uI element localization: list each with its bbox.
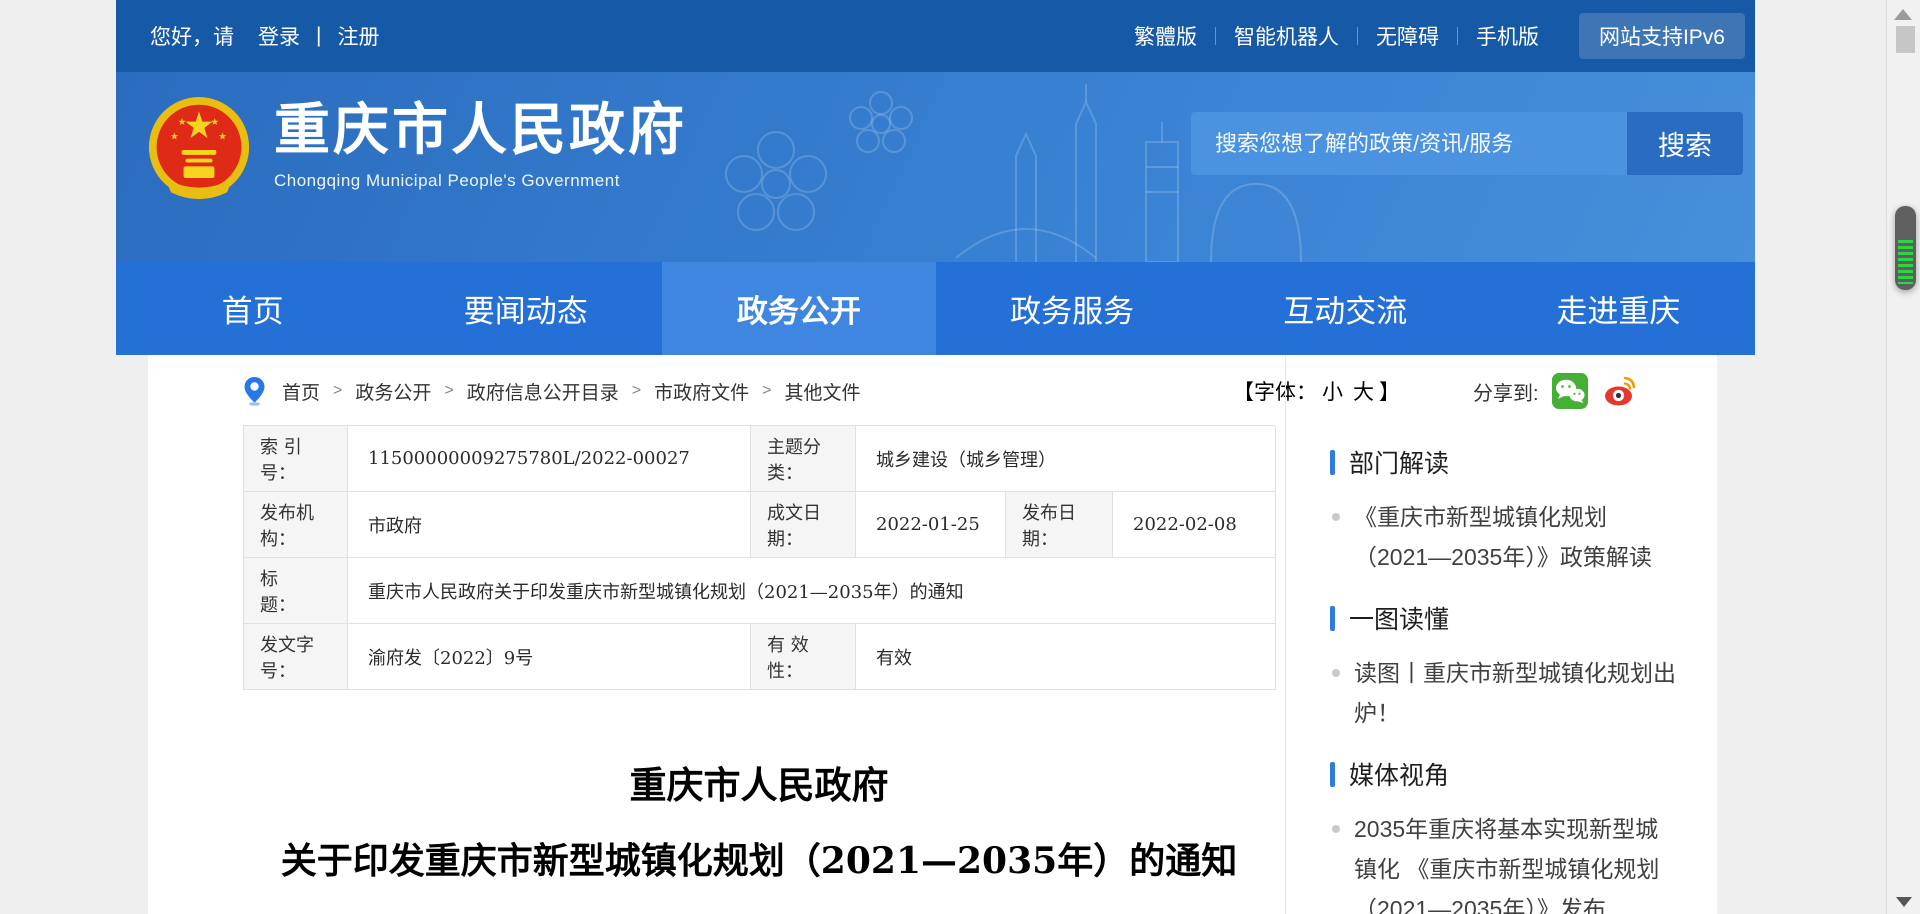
document-number: 渝府发〔2022〕9号	[243, 909, 1275, 914]
smart-robot-link[interactable]: 智能机器人	[1234, 21, 1339, 51]
written-date-value: 2022-01-25	[856, 492, 1006, 558]
section-title: 媒体视角	[1349, 756, 1449, 792]
topbar-user-area: 您好，请 登录 | 注册	[150, 21, 379, 51]
sidebar-link-media-article[interactable]: 2035年重庆将基本实现新型城 镇化 《重庆市新型城镇化规划 （2021—203…	[1330, 809, 1717, 914]
site-subtitle: Chongqing Municipal People's Government	[274, 171, 687, 191]
search-button[interactable]: 搜索	[1627, 112, 1743, 175]
accessibility-link[interactable]: 无障碍	[1376, 21, 1439, 51]
related-sidebar: 部门解读 《重庆市新型城镇化规划 （2021—2035年）》政策解读 一图读懂 …	[1285, 355, 1717, 914]
svg-text:★: ★	[211, 117, 220, 128]
nav-item-home[interactable]: 首页	[116, 262, 389, 355]
breadcrumb-gov-open[interactable]: 政务公开	[355, 378, 431, 405]
ipv6-support-badge[interactable]: 网站支持IPv6	[1579, 13, 1745, 59]
login-link[interactable]: 登录	[258, 21, 300, 51]
breadcrumb-separator: >	[333, 382, 342, 400]
doc-title-value: 重庆市人民政府关于印发重庆市新型城镇化规划（2021—2035年）的通知	[348, 558, 1276, 624]
traditional-chinese-link[interactable]: 繁體版	[1134, 21, 1197, 51]
index-number-label: 索 引 号：	[244, 426, 348, 492]
sidebar-link-infographic[interactable]: 读图丨重庆市新型城镇化规划出 炉！	[1330, 653, 1717, 733]
svg-text:★: ★	[218, 131, 227, 142]
section-header: 媒体视角	[1330, 759, 1717, 789]
breadcrumb-info-directory[interactable]: 政府信息公开目录	[467, 378, 619, 405]
document-heading: 重庆市人民政府 关于印发重庆市新型城镇化规划（2021—2035年）的通知 渝府…	[243, 755, 1275, 914]
publish-date-label: 发布日期：	[1006, 492, 1113, 558]
browser-viewport: 您好，请 登录 | 注册 繁體版 智能机器人 无障碍 手机版 网站支持IPv6	[0, 0, 1920, 914]
section-title: 部门解读	[1349, 444, 1449, 480]
greeting-text: 您好，请	[150, 21, 234, 51]
document-title-line2: 关于印发重庆市新型城镇化规划（2021—2035年）的通知	[243, 832, 1275, 884]
issuing-agency-label: 发布机构：	[244, 492, 348, 558]
content-card: 首页 > 政务公开 > 政府信息公开目录 > 市政府文件 > 其他文件 【字体：…	[148, 355, 1717, 914]
validity-label: 有 效 性：	[751, 624, 856, 690]
section-department-interpretation: 部门解读 《重庆市新型城镇化规划 （2021—2035年）》政策解读	[1330, 447, 1717, 577]
search-input[interactable]	[1191, 112, 1627, 175]
document-title-line1: 重庆市人民政府	[243, 755, 1275, 809]
location-pin-icon	[243, 376, 266, 406]
topbar-separator	[1215, 27, 1216, 45]
topbar: 您好，请 登录 | 注册 繁體版 智能机器人 无障碍 手机版 网站支持IPv6	[116, 0, 1755, 72]
register-link[interactable]: 注册	[337, 21, 379, 51]
svg-text:★: ★	[170, 131, 179, 142]
doc-number-label: 发文字号：	[244, 624, 348, 690]
section-header: 部门解读	[1330, 447, 1717, 477]
site-banner: ★ ★ ★ ★ 重庆市人民政府 Chongqing Municipal Peop…	[116, 72, 1755, 262]
topbar-separator	[1457, 27, 1458, 45]
scroll-progress-widget[interactable]	[1895, 206, 1916, 290]
main-navigation: 首页 要闻动态 政务公开 政务服务 互动交流 走进重庆	[116, 262, 1755, 355]
scrollbar-up-arrow-icon[interactable]	[1894, 9, 1912, 20]
site-header-band: 您好，请 登录 | 注册 繁體版 智能机器人 无障碍 手机版 网站支持IPv6	[116, 0, 1755, 355]
section-infographic: 一图读懂 读图丨重庆市新型城镇化规划出 炉！	[1330, 603, 1717, 733]
validity-value: 有效	[856, 624, 1276, 690]
scrollbar-thumb[interactable]	[1896, 26, 1915, 53]
document-info-table: 索 引 号： 11500000009275780L/2022-00027 主题分…	[243, 425, 1275, 690]
breadcrumb-separator: >	[632, 382, 641, 400]
breadcrumb-separator: >	[444, 382, 453, 400]
national-emblem-logo: ★ ★ ★ ★	[146, 92, 252, 208]
doc-title-label: 标 题：	[244, 558, 348, 624]
scroll-widget-stripes	[1898, 240, 1913, 284]
topic-category-label: 主题分类：	[751, 426, 856, 492]
section-header: 一图读懂	[1330, 603, 1717, 633]
index-number-value: 11500000009275780L/2022-00027	[348, 426, 751, 492]
section-accent-bar	[1330, 606, 1335, 631]
written-date-label: 成文日期：	[751, 492, 856, 558]
svg-text:★: ★	[178, 117, 187, 128]
publish-date-value: 2022-02-08	[1113, 492, 1276, 558]
nav-item-interaction[interactable]: 互动交流	[1209, 262, 1482, 355]
topbar-links: 繁體版 智能机器人 无障碍 手机版 网站支持IPv6	[1116, 13, 1745, 59]
breadcrumb-separator: >	[762, 382, 771, 400]
doc-number-value: 渝府发〔2022〕9号	[348, 624, 751, 690]
login-register-divider: |	[316, 24, 321, 48]
section-title: 一图读懂	[1349, 600, 1449, 636]
nav-item-news[interactable]: 要闻动态	[389, 262, 662, 355]
search-bar: 搜索	[1191, 112, 1743, 175]
issuing-agency-value: 市政府	[348, 492, 751, 558]
breadcrumb-city-gov-docs[interactable]: 市政府文件	[654, 378, 749, 405]
section-accent-bar	[1330, 450, 1335, 475]
topic-category-value: 城乡建设（城乡管理）	[856, 426, 1276, 492]
site-title-block: 重庆市人民政府 Chongqing Municipal People's Gov…	[274, 92, 687, 191]
breadcrumb-home[interactable]: 首页	[282, 378, 320, 405]
nav-item-gov-services[interactable]: 政务服务	[936, 262, 1209, 355]
nav-item-about-chongqing[interactable]: 走进重庆	[1482, 262, 1755, 355]
site-title: 重庆市人民政府	[274, 98, 687, 162]
sidebar-link-policy-interpretation[interactable]: 《重庆市新型城镇化规划 （2021—2035年）》政策解读	[1330, 497, 1717, 577]
scrollbar-track[interactable]	[1886, 0, 1920, 914]
site-brand[interactable]: ★ ★ ★ ★ 重庆市人民政府 Chongqing Municipal Peop…	[146, 92, 687, 208]
section-media-view: 媒体视角 2035年重庆将基本实现新型城 镇化 《重庆市新型城镇化规划 （202…	[1330, 759, 1717, 914]
section-accent-bar	[1330, 762, 1335, 787]
topbar-separator	[1357, 27, 1358, 45]
mobile-version-link[interactable]: 手机版	[1476, 21, 1539, 51]
scrollbar-down-arrow-icon[interactable]	[1896, 897, 1912, 907]
breadcrumb: 首页 > 政务公开 > 政府信息公开目录 > 市政府文件 > 其他文件	[243, 355, 860, 427]
breadcrumb-other-docs[interactable]: 其他文件	[784, 378, 860, 405]
nav-item-gov-affairs-open[interactable]: 政务公开	[662, 262, 935, 355]
